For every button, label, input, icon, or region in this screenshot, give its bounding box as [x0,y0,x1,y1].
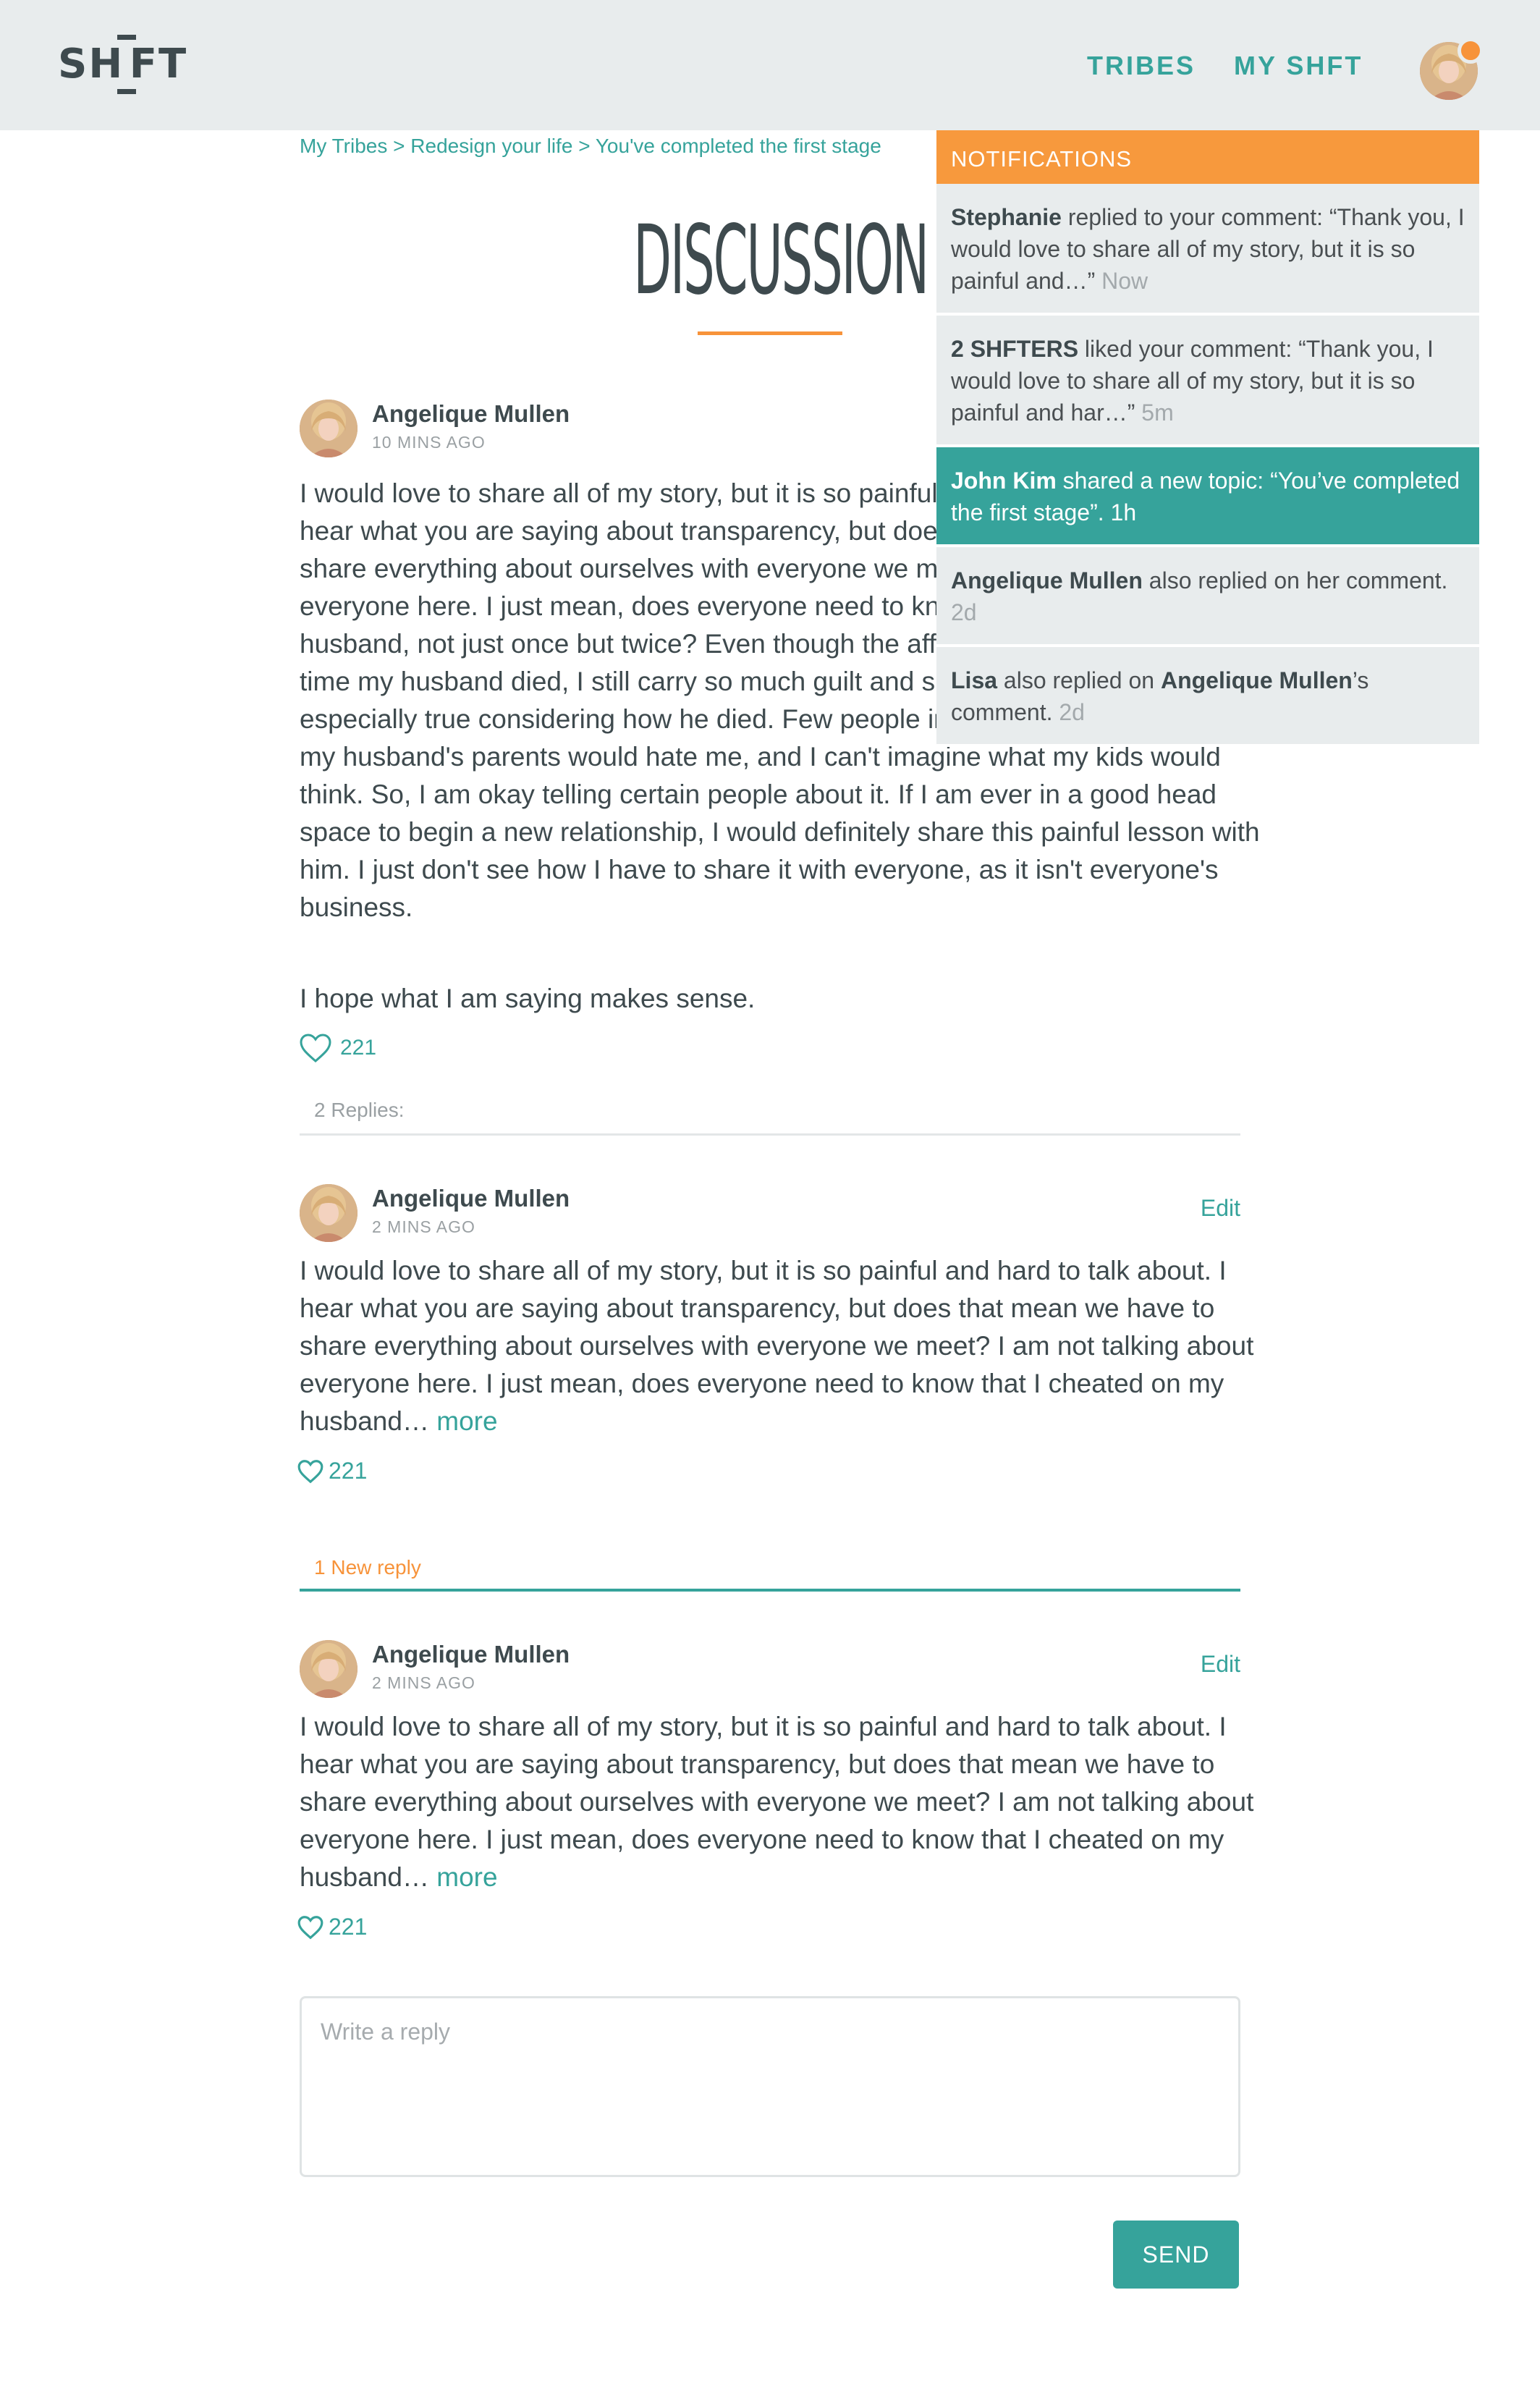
reply-author-avatar[interactable] [300,1640,358,1698]
notification-time: 1h [1110,499,1137,525]
notification-item[interactable]: Lisa also replied on Angelique Mullen’s … [936,647,1479,747]
breadcrumb-separator: > [578,135,596,157]
breadcrumb-redesign-your-life[interactable]: Redesign your life [410,135,572,157]
notification-time: 5m [1141,400,1174,426]
reply-body: I would love to share all of my story, b… [300,1708,1262,1896]
nav-my-shft[interactable]: MY SHFT [1234,51,1363,81]
replies-divider [300,1133,1240,1136]
reply-body: I would love to share all of my story, b… [300,1252,1262,1440]
reply-like-button[interactable]: 221 [297,1914,367,1940]
new-reply-label: 1 New reply [314,1556,421,1579]
reply-author-name[interactable]: Angelique Mullen [372,1185,570,1212]
reply-author-avatar[interactable] [300,1184,358,1242]
notification-actor: Lisa [951,667,998,693]
nav-tribes[interactable]: TRIBES [1087,51,1196,81]
more-link[interactable]: more [436,1862,497,1892]
new-reply-divider [300,1589,1240,1592]
notification-text: also replied on her comment. [1142,567,1448,593]
breadcrumb: My Tribes > Redesign your life > You've … [300,135,936,158]
breadcrumb-current-topic[interactable]: You've completed the first stage [596,135,881,157]
post-like-button[interactable]: 221 [298,1032,376,1064]
more-link[interactable]: more [436,1406,497,1436]
replies-count-label: 2 Replies: [314,1099,405,1121]
reply-author-name[interactable]: Angelique Mullen [372,1641,570,1668]
reply-input[interactable] [300,1996,1240,2177]
title-underline [698,331,842,335]
heart-icon [300,1034,331,1062]
top-header: SH FT TRIBES MY SHFT [0,0,1540,130]
like-count: 221 [340,1036,377,1060]
heart-icon [297,1459,323,1483]
send-button[interactable]: SEND [1113,2221,1239,2289]
notification-time: Now [1101,268,1148,294]
notification-actor: 2 SHFTERS [951,336,1079,362]
like-count: 221 [329,1458,368,1484]
notification-item-highlighted[interactable]: John Kim shared a new topic: “You’ve com… [936,447,1479,547]
notification-actor: Angelique Mullen [1160,667,1353,693]
notification-time: 2d [951,599,977,625]
breadcrumb-separator: > [393,135,411,157]
notification-actor: Stephanie [951,204,1062,230]
shft-logo[interactable]: SH FT [58,32,187,97]
notification-time: 2d [1059,699,1085,725]
post-timestamp: 10 MINS AGO [372,433,486,452]
notifications-dropdown: NOTIFICATIONS Stephanie replied to your … [936,130,1479,747]
notification-item[interactable]: 2 SHFTERS liked your comment: “Thank you… [936,316,1479,447]
notification-actor: Angelique Mullen [951,567,1143,593]
breadcrumb-my-tribes[interactable]: My Tribes [300,135,387,157]
reply-like-button[interactable]: 221 [297,1458,367,1484]
notifications-header: NOTIFICATIONS [936,130,1479,184]
notification-dot[interactable] [1458,38,1484,64]
page-title: DISCUSSION [633,205,929,316]
reply-timestamp: 2 MINS AGO [372,1673,475,1692]
post-author-name[interactable]: Angelique Mullen [372,400,570,428]
post-body-paragraph: I hope what I am saying makes sense. [300,984,756,1013]
like-count: 221 [329,1914,368,1940]
notification-item[interactable]: Angelique Mullen also replied on her com… [936,547,1479,647]
notification-item[interactable]: Stephanie replied to your comment: “Than… [936,184,1479,316]
edit-reply-button[interactable]: Edit [1187,1651,1240,1678]
notification-actor: John Kim [951,468,1057,494]
heart-icon [297,1915,323,1939]
edit-reply-button[interactable]: Edit [1187,1195,1240,1222]
reply-timestamp: 2 MINS AGO [372,1217,475,1236]
post-author-avatar[interactable] [300,400,358,457]
notification-text: also replied on [997,667,1161,693]
